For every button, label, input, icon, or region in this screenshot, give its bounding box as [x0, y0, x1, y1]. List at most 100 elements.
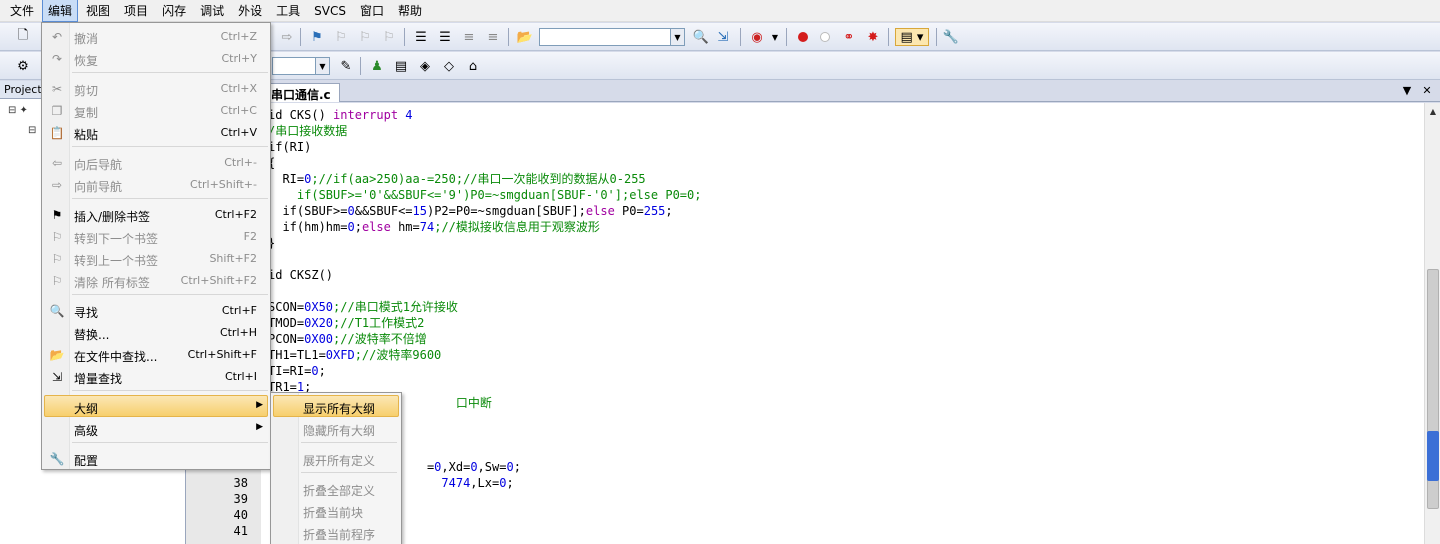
- unindent-icon[interactable]: ☰: [436, 28, 454, 46]
- breakpoint-kill-all-icon[interactable]: ✸: [864, 28, 882, 46]
- translate-icon[interactable]: ⚙: [14, 57, 32, 75]
- menu-item-bookmark-prev[interactable]: ⚐ 转到上一个书签 Shift+F2: [44, 247, 268, 269]
- menu-bar: 文件 编辑 视图 项目 闪存 调试 外设 工具 SVCS 窗口 帮助: [0, 0, 1440, 22]
- menu-item-label: 清除 所有标签: [74, 276, 150, 290]
- breakpoint-disable-all-icon[interactable]: ⚭: [840, 28, 858, 46]
- rte-icon[interactable]: ⌂: [464, 57, 482, 75]
- menu-item-bookmark-next[interactable]: ⚐ 转到下一个书签 F2: [44, 225, 268, 247]
- indent-icon[interactable]: ☰: [412, 28, 430, 46]
- menu-item-shortcut: Ctrl+C: [220, 104, 257, 117]
- menu-item-label: 转到下一个书签: [74, 232, 159, 246]
- manage-components-icon[interactable]: ♟: [368, 57, 386, 75]
- menu-item-shortcut: Ctrl+F: [221, 304, 257, 317]
- menu-item-incremental-find[interactable]: ⇲ 增量查找 Ctrl+I: [44, 365, 268, 387]
- code-line: if(RI): [268, 140, 312, 154]
- code-line: TI=RI=0;: [268, 364, 326, 378]
- breakpoint-disable-icon[interactable]: [816, 28, 834, 46]
- menu-item-advanced[interactable]: 高级 ▶: [44, 417, 268, 439]
- outline-submenu-item[interactable]: 折叠全部定义: [273, 477, 399, 499]
- outline-submenu-item[interactable]: 隐藏所有大纲: [273, 417, 399, 439]
- file-extensions-icon[interactable]: ▤: [392, 57, 410, 75]
- menu-item-nav-back[interactable]: ⇦ 向后导航 Ctrl+-: [44, 151, 268, 173]
- outline-submenu-item[interactable]: 显示所有大纲: [273, 395, 399, 417]
- outline-submenu-item[interactable]: 展开所有定义: [273, 447, 399, 469]
- menu-item-cut[interactable]: ✂ 剪切 Ctrl+X: [44, 77, 268, 99]
- menu-2[interactable]: 视图: [80, 0, 116, 22]
- bookmark-next-icon[interactable]: ⚐: [356, 28, 374, 46]
- menu-item-find[interactable]: 🔍 寻找 Ctrl+F: [44, 299, 268, 321]
- code-line: PCON=0X00;//波特率不倍增: [268, 332, 427, 346]
- uncomment-icon[interactable]: ≡: [484, 28, 502, 46]
- menu-item-undo[interactable]: ↶ 撤消 Ctrl+Z: [44, 25, 268, 47]
- menu-item-redo[interactable]: ↷ 恢复 Ctrl+Y: [44, 47, 268, 69]
- menu-item-nav-forward[interactable]: ⇨ 向前导航 Ctrl+Shift+-: [44, 173, 268, 195]
- pack-installer-icon[interactable]: ◇: [440, 57, 458, 75]
- find-in-files-icon[interactable]: 📂: [516, 28, 534, 46]
- copy-icon: ❐: [51, 104, 63, 118]
- tree-expand-icon[interactable]: ⊟: [28, 125, 36, 136]
- incremental-find-icon[interactable]: ⇲: [714, 28, 732, 46]
- menu-3[interactable]: 项目: [118, 0, 154, 22]
- bookmark-prev-icon[interactable]: ⚐: [332, 28, 350, 46]
- menu-item-shortcut: Ctrl+Shift+F: [187, 348, 257, 361]
- menu-0[interactable]: 文件: [4, 0, 40, 22]
- menu-item-label: 折叠当前块: [303, 506, 364, 520]
- menu-item-label: 增量查找: [74, 372, 123, 386]
- target-combo[interactable]: ▼: [272, 57, 330, 75]
- menu-4[interactable]: 闪存: [156, 0, 192, 22]
- menu-item-bookmark-toggle[interactable]: ⚑ 插入/删除书签 Ctrl+F2: [44, 203, 268, 225]
- tree-expand-icon[interactable]: ⊟ ✦: [8, 105, 28, 116]
- menu-item-shortcut: Ctrl+Z: [220, 30, 257, 43]
- outline-submenu-item[interactable]: 折叠当前块: [273, 499, 399, 521]
- bookmark-prev-icon: ⚐: [51, 252, 63, 266]
- target-options-icon[interactable]: ✎: [337, 57, 355, 75]
- editor-tab-bar: 串口通信.c ▼ ✕: [186, 81, 1440, 102]
- menu-9[interactable]: 窗口: [354, 0, 390, 22]
- debug-session-icon[interactable]: ◉: [748, 28, 766, 46]
- bookmark-toggle-icon[interactable]: ⚑: [308, 28, 326, 46]
- menu-item-paste[interactable]: 📋 粘贴 Ctrl+V: [44, 121, 268, 143]
- new-file-icon[interactable]: 🗋: [14, 28, 32, 46]
- code-line: /串口接收数据: [268, 124, 348, 138]
- code-line: TMOD=0X20;//T1工作模式2: [268, 316, 425, 330]
- find-combo[interactable]: ▼: [539, 28, 685, 46]
- menu-8[interactable]: SVCS: [308, 1, 352, 21]
- window-layout-icon[interactable]: ▤ ▾: [895, 28, 929, 46]
- close-icon[interactable]: ✕: [1420, 84, 1434, 97]
- vertical-scrollbar[interactable]: ▲: [1424, 103, 1440, 544]
- menu-10[interactable]: 帮助: [392, 0, 428, 22]
- menu-item-shortcut: F2: [243, 230, 257, 243]
- find-icon[interactable]: 🔍: [692, 28, 710, 46]
- menu-item-config[interactable]: 🔧 配置: [44, 447, 268, 469]
- tab-file[interactable]: 串口通信.c: [270, 83, 340, 102]
- tab-list-dropdown-icon[interactable]: ▼: [1400, 84, 1414, 97]
- code-line: id CKS() interrupt 4: [268, 108, 413, 122]
- menu-item-label: 剪切: [74, 84, 99, 98]
- menu-7[interactable]: 工具: [270, 0, 306, 22]
- breakpoint-insert-icon[interactable]: [794, 28, 812, 46]
- select-packs-icon[interactable]: ◈: [416, 57, 434, 75]
- menu-5[interactable]: 调试: [194, 0, 230, 22]
- menu-item-replace[interactable]: 替换... Ctrl+H: [44, 321, 268, 343]
- code-line: if(SBUF>=0&&SBUF<=15)P2=P0=~smgduan[SBUF…: [268, 204, 673, 218]
- menu-item-bookmark-clear[interactable]: ⚐ 清除 所有标签 Ctrl+Shift+F2: [44, 269, 268, 291]
- menu-1[interactable]: 编辑: [42, 0, 79, 22]
- configure-icon[interactable]: 🔧: [942, 28, 960, 46]
- menu-6[interactable]: 外设: [232, 0, 268, 22]
- paste-icon: 📋: [49, 126, 65, 140]
- undo-icon: ↶: [51, 30, 63, 44]
- comment-icon[interactable]: ≡: [460, 28, 478, 46]
- menu-item-outline[interactable]: 大纲 ▶: [44, 395, 268, 417]
- menu-item-shortcut: Ctrl+Y: [221, 52, 257, 65]
- scroll-up-icon[interactable]: ▲: [1425, 103, 1440, 119]
- outline-icon: [49, 399, 65, 415]
- bookmark-clear-icon[interactable]: ⚐: [380, 28, 398, 46]
- line-number: 41: [233, 524, 248, 538]
- menu-item-copy[interactable]: ❐ 复制 Ctrl+C: [44, 99, 268, 121]
- menu-item-find-in-files[interactable]: 📂 在文件中查找... Ctrl+Shift+F: [44, 343, 268, 365]
- debug-dropdown-icon[interactable]: ▼: [766, 28, 784, 46]
- outline-submenu-item[interactable]: 折叠当前程序: [273, 521, 399, 543]
- line-number: 38: [233, 476, 248, 490]
- menu-separator: [301, 442, 397, 443]
- nav-forward-icon[interactable]: ⇨: [278, 28, 296, 46]
